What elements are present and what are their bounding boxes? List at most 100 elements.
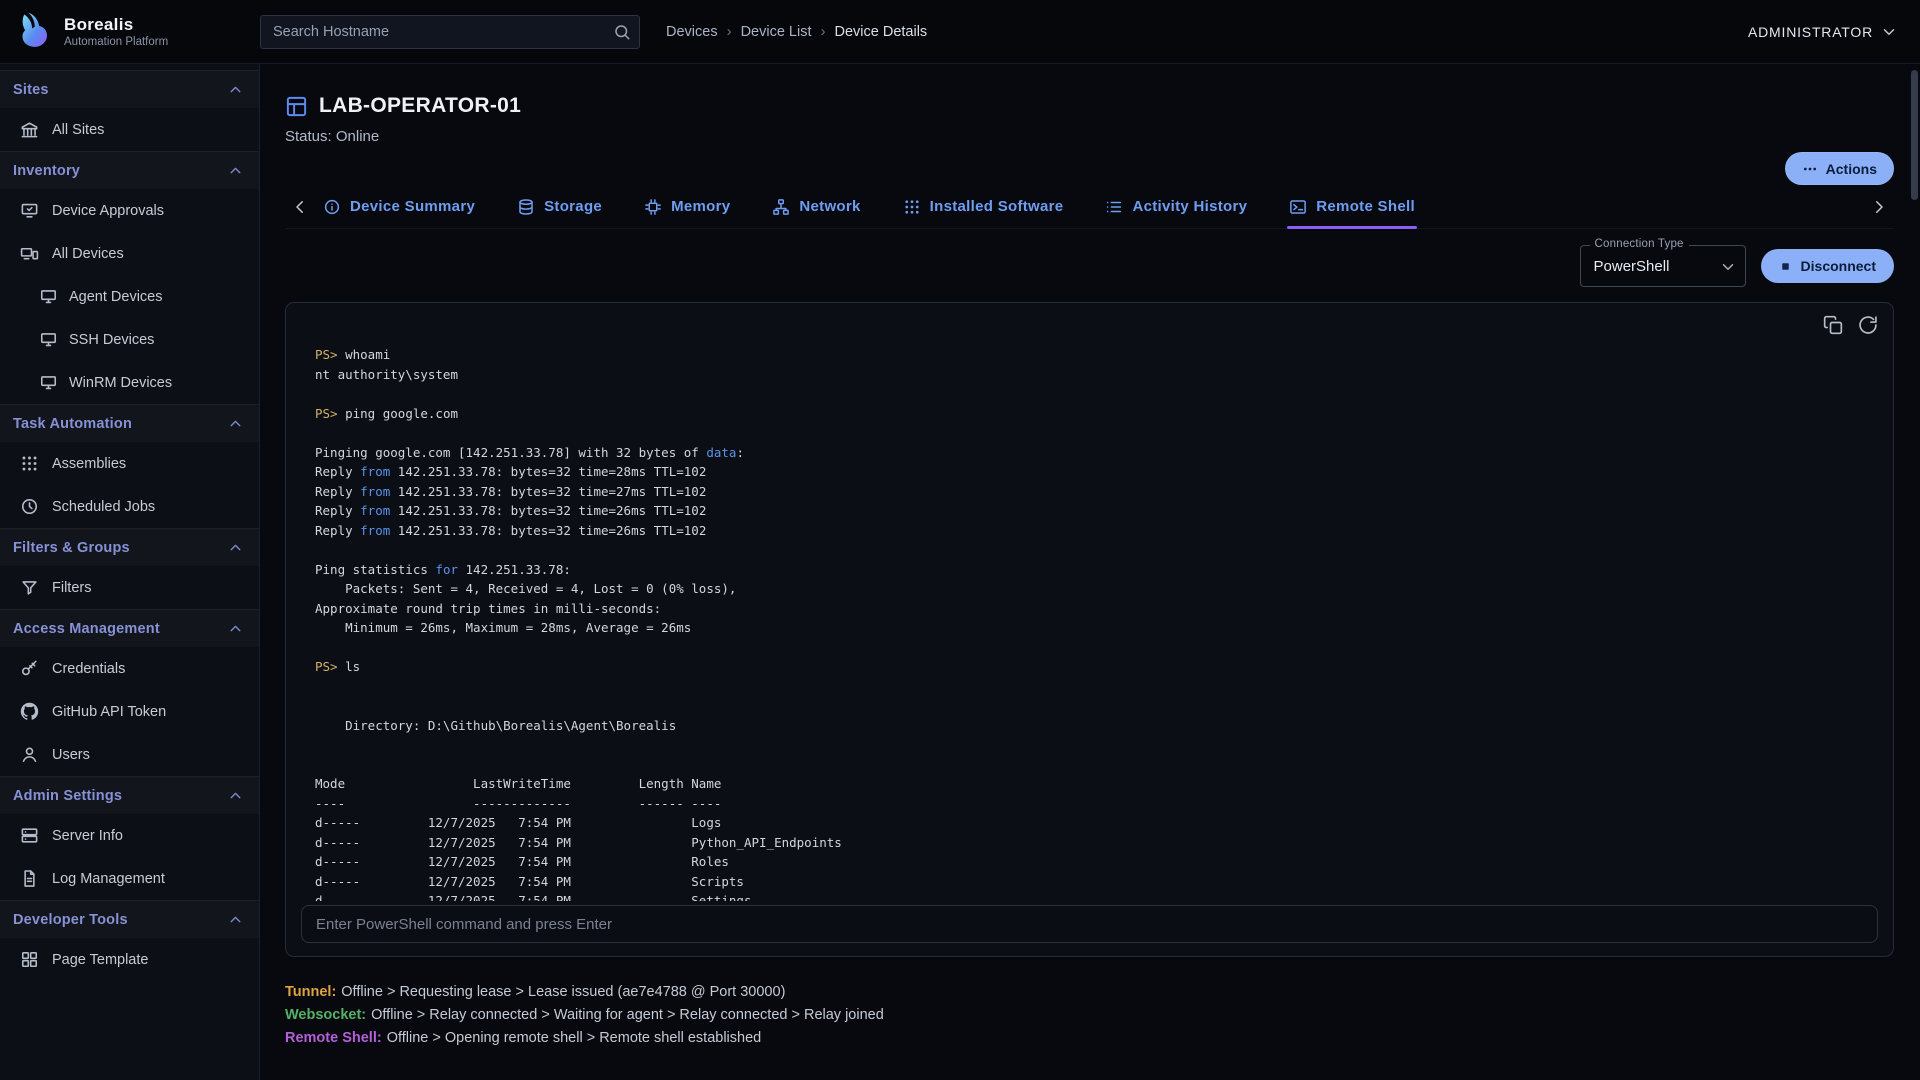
tab-activity-history[interactable]: Activity History [1103, 185, 1249, 228]
sidebar-item-all-sites[interactable]: All Sites [0, 108, 259, 151]
tab-network[interactable]: Network [770, 185, 862, 228]
actions-button[interactable]: Actions [1785, 152, 1894, 185]
terminal-line: PS> whoami [315, 345, 1863, 365]
storage-icon [517, 198, 535, 216]
terminal-line: Reply from 142.251.33.78: bytes=32 time=… [315, 462, 1863, 482]
user-icon [20, 745, 39, 764]
monitor-icon [39, 373, 58, 392]
disconnect-button[interactable]: Disconnect [1761, 249, 1894, 283]
sidebar-item-agent-devices[interactable]: Agent Devices [0, 275, 259, 318]
terminal-line: PS> ping google.com [315, 404, 1863, 424]
terminal-output: PS> whoamint authority\systemPS> ping go… [286, 303, 1893, 901]
network-icon [772, 198, 790, 216]
breadcrumb-device-list[interactable]: Device List [741, 24, 812, 40]
tab-label: Memory [671, 198, 730, 215]
sidebar-item-all-devices[interactable]: All Devices [0, 232, 259, 275]
terminal-line: Pinging google.com [142.251.33.78] with … [315, 443, 1863, 463]
brand-tagline: Automation Platform [64, 36, 168, 48]
sidebar-item-device-approvals[interactable]: Device Approvals [0, 189, 259, 232]
tabbar: Device Summary Storage Memory Network Instal… [285, 185, 1894, 229]
sidebar-section-label: Sites [13, 82, 49, 98]
chevron-up-icon [227, 787, 244, 804]
sidebar-section-label: Filters & Groups [13, 540, 130, 556]
sidebar-item-log-management[interactable]: Log Management [0, 857, 259, 900]
sidebar-section-label: Developer Tools [13, 912, 128, 928]
terminal-line: Ping statistics for 142.251.33.78: [315, 560, 1863, 580]
sidebar-item-label: All Devices [52, 246, 124, 262]
tabs: Device Summary Storage Memory Network Instal… [321, 185, 1864, 228]
sidebar-item-page-template[interactable]: Page Template [0, 938, 259, 981]
sidebar-section-task-automation[interactable]: Task Automation [0, 404, 259, 442]
sidebar-section-label: Task Automation [13, 416, 132, 432]
connection-type-value: PowerShell [1594, 258, 1670, 275]
device-check-icon [20, 201, 39, 220]
sidebar-item-assemblies[interactable]: Assemblies [0, 442, 259, 485]
sidebar-section-inventory[interactable]: Inventory [0, 151, 259, 189]
user-menu[interactable]: ADMINISTRATOR [1748, 23, 1920, 41]
sidebar-item-label: Log Management [52, 871, 165, 887]
tab-remote-shell[interactable]: Remote Shell [1287, 185, 1417, 228]
sidebar-section-access-management[interactable]: Access Management [0, 609, 259, 647]
app-body: Sites All SitesInventory Device Approvals A… [0, 64, 1920, 1080]
command-input[interactable] [301, 905, 1878, 943]
status-label: Websocket: [285, 1007, 366, 1023]
tab-installed-software[interactable]: Installed Software [901, 185, 1066, 228]
status-line-tunnel: Tunnel:Offline > Requesting lease > Leas… [285, 981, 1894, 1004]
chevron-right-icon [1870, 198, 1888, 216]
sidebar-item-label: Device Approvals [52, 203, 164, 219]
sidebar-item-filters[interactable]: Filters [0, 566, 259, 609]
chevron-down-icon [1880, 23, 1898, 41]
bank-icon [20, 120, 39, 139]
sidebar-section-filters-groups[interactable]: Filters & Groups [0, 528, 259, 566]
status-text: Offline > Opening remote shell > Remote … [387, 1030, 762, 1046]
connection-type-select[interactable]: Connection Type PowerShell [1580, 245, 1746, 287]
chevron-up-icon [227, 415, 244, 432]
tab-storage[interactable]: Storage [515, 185, 604, 228]
chevron-up-icon [227, 620, 244, 637]
refresh-icon[interactable] [1858, 315, 1878, 335]
sidebar-item-github-api-token[interactable]: GitHub API Token [0, 690, 259, 733]
terminal-line: PS> ls [315, 657, 1863, 677]
status-text: Offline > Relay connected > Waiting for … [371, 1007, 884, 1023]
history-icon [1105, 198, 1123, 216]
sidebar-section-sites[interactable]: Sites [0, 70, 259, 108]
sidebar-item-ssh-devices[interactable]: SSH Devices [0, 318, 259, 361]
terminal-line: ---- ------------- ------ ---- [315, 794, 1863, 814]
breadcrumb-devices[interactable]: Devices [666, 24, 718, 40]
sidebar-item-label: Scheduled Jobs [52, 499, 155, 515]
status-line-websocket: Websocket: Offline > Relay connected > Wa… [285, 1004, 1894, 1027]
info-icon [323, 198, 341, 216]
device-title: LAB-OPERATOR-01 [285, 94, 1894, 118]
connection-row: Connection Type PowerShell Disconnect [285, 245, 1894, 287]
terminal-line [315, 540, 1863, 560]
sidebar-item-label: Assemblies [52, 456, 126, 472]
sidebar-section-label: Admin Settings [13, 788, 122, 804]
clock-icon [20, 497, 39, 516]
tab-device-summary[interactable]: Device Summary [321, 185, 477, 228]
chevron-up-icon [227, 81, 244, 98]
tab-memory[interactable]: Memory [642, 185, 732, 228]
sidebar-section-admin-settings[interactable]: Admin Settings [0, 776, 259, 814]
terminal-line: Approximate round trip times in milli-se… [315, 599, 1863, 619]
terminal-line: Minimum = 26ms, Maximum = 28ms, Average … [315, 618, 1863, 638]
sidebar-item-credentials[interactable]: Credentials [0, 647, 259, 690]
breadcrumb-separator: › [727, 23, 732, 40]
borealis-logo-icon [12, 11, 54, 53]
sidebar-item-scheduled-jobs[interactable]: Scheduled Jobs [0, 485, 259, 528]
monitor-icon [39, 330, 58, 349]
tab-label: Activity History [1132, 198, 1247, 215]
scrollbar[interactable] [1911, 70, 1918, 1074]
device-icon [285, 95, 308, 118]
sidebar-item-users[interactable]: Users [0, 733, 259, 776]
terminal-line: d----- 12/7/2025 7:54 PM Roles [315, 852, 1863, 872]
sidebar-item-winrm-devices[interactable]: WinRM Devices [0, 361, 259, 404]
tabs-scroll-right-button[interactable] [1864, 185, 1894, 228]
sidebar-item-server-info[interactable]: Server Info [0, 814, 259, 857]
sidebar-item-label: Users [52, 747, 90, 763]
funnel-icon [20, 578, 39, 597]
copy-icon[interactable] [1823, 315, 1843, 335]
sidebar-section-developer-tools[interactable]: Developer Tools [0, 900, 259, 938]
scrollbar-thumb[interactable] [1911, 70, 1918, 200]
search-input[interactable] [260, 15, 640, 49]
tabs-scroll-left-button[interactable] [285, 185, 315, 228]
